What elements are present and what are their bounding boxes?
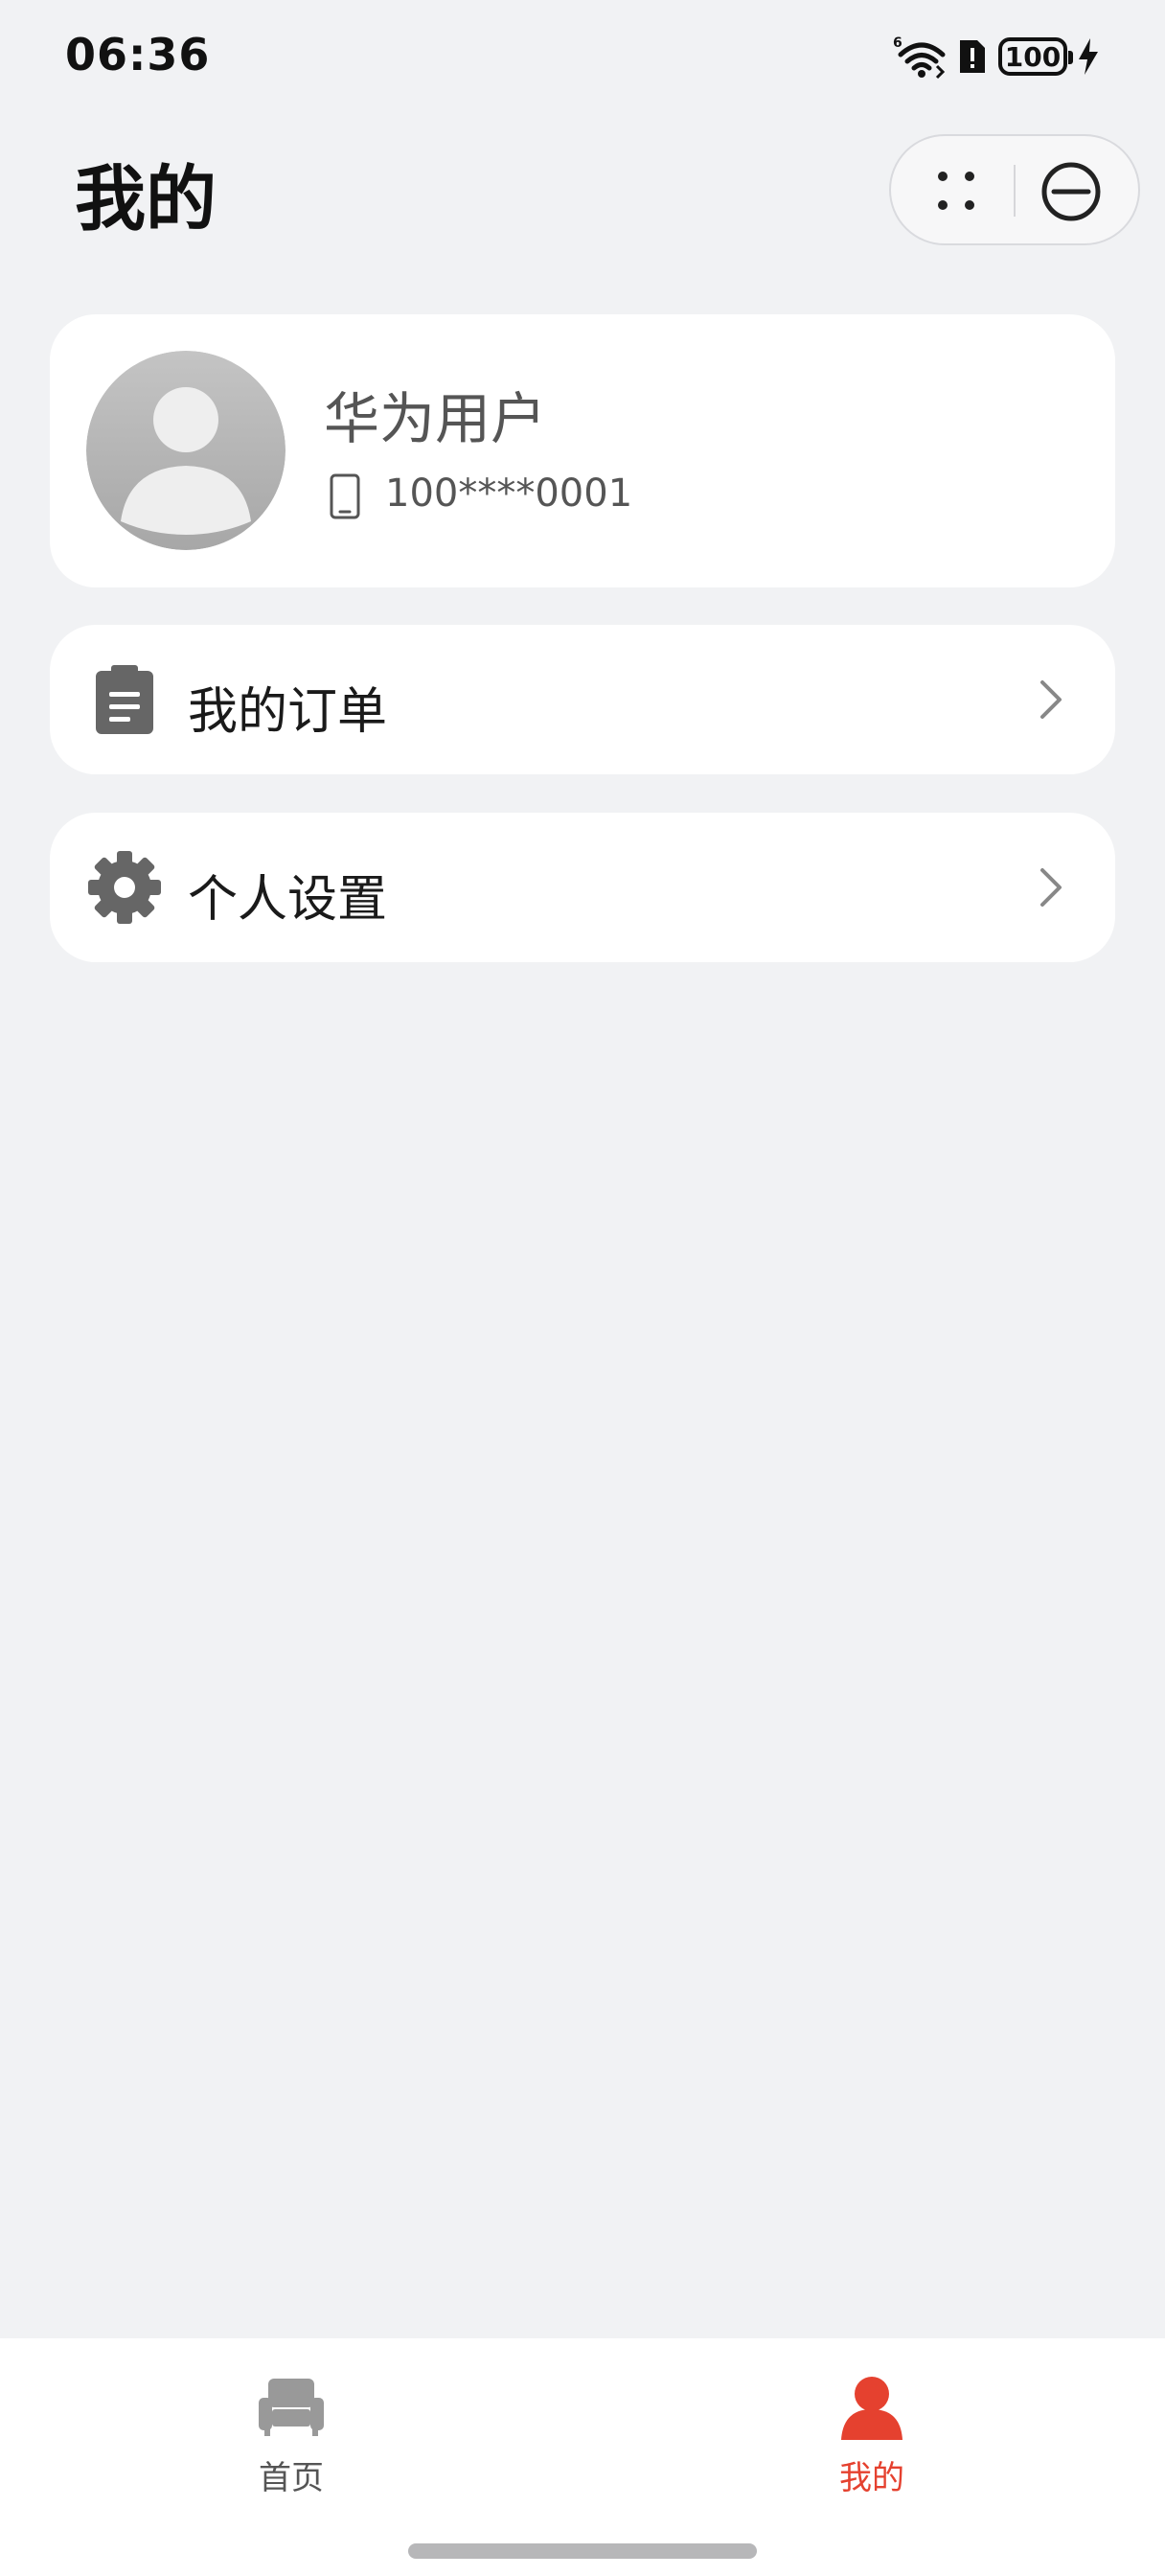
chevron-right-icon <box>1040 680 1062 719</box>
person-icon <box>841 2377 902 2440</box>
default-avatar-icon <box>86 351 286 550</box>
menu-item-orders[interactable]: 我的订单 <box>50 625 1115 774</box>
close-button[interactable] <box>1039 159 1104 224</box>
svg-text:6: 6 <box>893 35 902 51</box>
more-button[interactable] <box>925 163 987 218</box>
tab-home-label: 首页 <box>259 2459 324 2497</box>
chevron-right-icon <box>1040 868 1062 907</box>
tab-mine[interactable]: 我的 <box>728 2338 1016 2530</box>
tab-mine-label: 我的 <box>839 2459 904 2497</box>
home-indicator[interactable] <box>408 2543 757 2559</box>
page-title: 我的 <box>75 158 217 241</box>
charging-icon <box>1079 38 1098 75</box>
wifi-icon: 6 <box>893 35 946 80</box>
tab-home[interactable]: 首页 <box>148 2338 435 2530</box>
status-icons: 6 100 <box>893 33 1100 80</box>
phone-icon <box>330 473 360 519</box>
capsule-divider <box>1014 165 1016 217</box>
menu-item-label: 个人设置 <box>188 871 388 929</box>
sim-alert-icon <box>960 40 985 73</box>
profile-card[interactable]: 华为用户 100****0001 <box>50 314 1115 587</box>
mini-program-capsule <box>889 134 1140 245</box>
more-dots-icon <box>938 172 974 210</box>
menu-item-label: 我的订单 <box>188 683 388 741</box>
menu-item-settings[interactable]: 个人设置 <box>50 813 1115 962</box>
user-name: 华为用户 <box>324 386 547 451</box>
battery-level: 100 <box>1004 40 1062 73</box>
sofa-icon <box>259 2379 324 2436</box>
status-time: 06:36 <box>65 29 211 80</box>
battery-icon: 100 <box>998 37 1073 76</box>
clipboard-icon <box>96 665 153 734</box>
close-circle-icon <box>1041 162 1101 221</box>
phone-number: 100****0001 <box>385 472 633 516</box>
status-bar: 06:36 6 100 <box>0 0 1165 115</box>
gear-icon <box>88 851 161 924</box>
avatar[interactable] <box>86 351 286 550</box>
tab-bar: 首页 我的 <box>0 2338 1165 2576</box>
